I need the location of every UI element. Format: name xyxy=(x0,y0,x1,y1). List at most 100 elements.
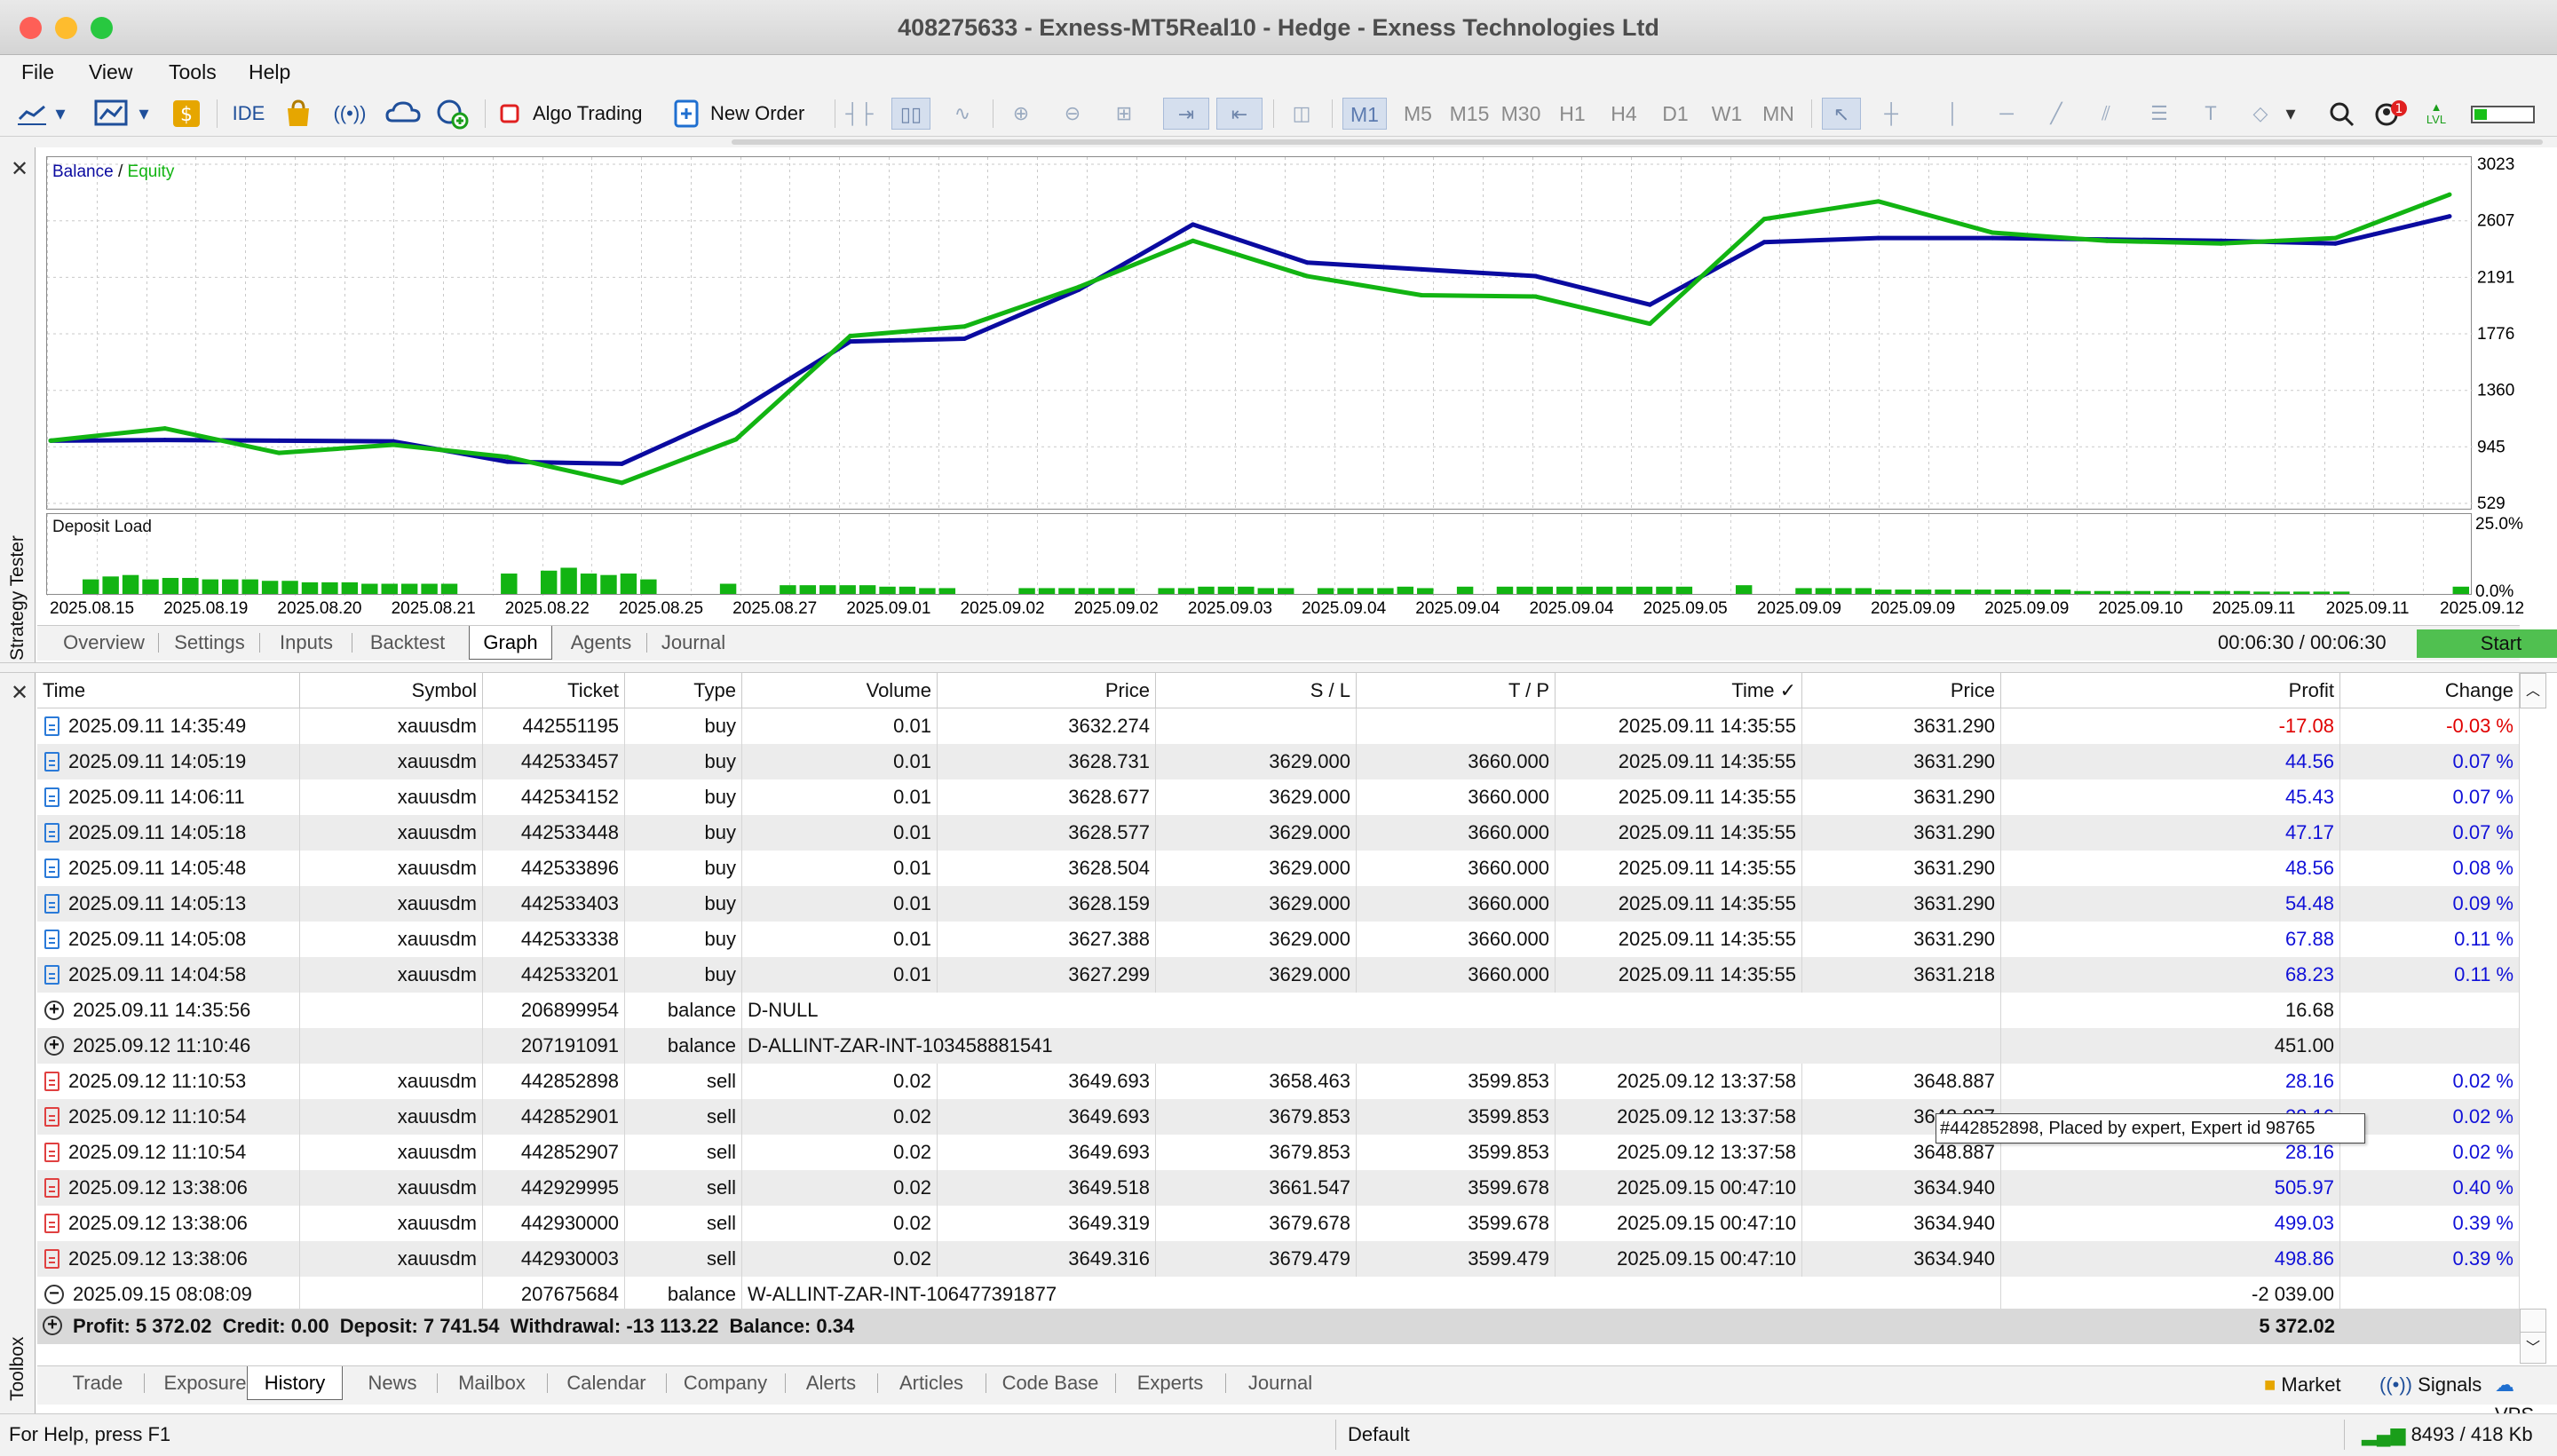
timeframe-m15[interactable]: M15 xyxy=(1447,98,1492,130)
tab-overview[interactable]: Overview xyxy=(55,626,153,660)
bar-chart-icon[interactable]: ┤├ xyxy=(843,98,875,130)
menu-help[interactable]: Help xyxy=(249,60,290,84)
horizontal-line-icon[interactable]: ─ xyxy=(1989,98,2024,130)
table-row[interactable]: 2025.09.11 14:04:58 xauusdm 442533201 buy 0.… xyxy=(37,957,2520,993)
tab-company[interactable]: Company xyxy=(671,1366,780,1400)
tab-agents[interactable]: Agents xyxy=(561,626,641,660)
chevron-down-icon[interactable]: ▾ xyxy=(51,98,69,130)
line-chart-icon[interactable] xyxy=(14,98,50,130)
table-row[interactable]: 2025.09.11 14:06:11 xauusdm 442534152 buy 0.… xyxy=(37,779,2520,815)
tab-articles[interactable]: Articles xyxy=(883,1366,980,1400)
tab-history[interactable]: History xyxy=(247,1366,343,1400)
chevron-down-icon[interactable]: ▾ xyxy=(2282,98,2300,130)
table-row[interactable]: 2025.09.11 14:05:08 xauusdm 442533338 buy 0.… xyxy=(37,922,2520,957)
table-row[interactable]: 2025.09.12 13:38:06 xauusdm 442929995 sell 0… xyxy=(37,1170,2520,1206)
signals-button[interactable]: ((•)) Signals xyxy=(2379,1370,2482,1400)
column-time[interactable]: Time xyxy=(37,673,300,708)
candlestick-icon[interactable]: ▯▯ xyxy=(891,98,930,130)
column-profit[interactable]: Profit xyxy=(2001,673,2340,708)
new-order-button[interactable]: New Order xyxy=(710,98,826,130)
column-close-price[interactable]: Price xyxy=(1802,673,2001,708)
table-row[interactable]: 2025.09.12 11:10:53 xauusdm 442852898 sell 0… xyxy=(37,1064,2520,1099)
zoom-in-icon[interactable]: ⊕ xyxy=(1003,98,1039,130)
table-row[interactable]: 2025.09.11 14:35:49 xauusdm 442551195 buy 0.… xyxy=(37,708,2520,744)
tab-news[interactable]: News xyxy=(352,1366,433,1400)
table-row[interactable]: 2025.09.12 13:38:06 xauusdm 442930003 sell 0… xyxy=(37,1241,2520,1277)
column-sl[interactable]: S / L xyxy=(1156,673,1357,708)
table-row[interactable]: 2025.09.11 14:05:13 xauusdm 442533403 buy 0.… xyxy=(37,886,2520,922)
tab-alerts[interactable]: Alerts xyxy=(790,1366,872,1400)
column-symbol[interactable]: Symbol xyxy=(300,673,483,708)
tab-code-base[interactable]: Code Base xyxy=(991,1366,1110,1400)
algo-trading-button[interactable]: Algo Trading xyxy=(533,98,657,130)
cloud-icon[interactable] xyxy=(384,98,423,130)
timeframe-m5[interactable]: M5 xyxy=(1396,98,1440,130)
timeframe-d1[interactable]: D1 xyxy=(1653,98,1698,130)
cursor-icon[interactable]: ↖ xyxy=(1822,98,1861,130)
tab-mailbox[interactable]: Mailbox xyxy=(442,1366,542,1400)
vps-button[interactable]: ☁ VPS xyxy=(2495,1370,2557,1426)
tab-inputs[interactable]: Inputs xyxy=(266,626,346,660)
timeframe-mn[interactable]: MN xyxy=(1756,98,1801,130)
new-order-icon[interactable] xyxy=(671,98,701,130)
screenshot-icon[interactable]: ◫ xyxy=(1282,98,1321,130)
signals-icon[interactable]: ((•)) xyxy=(330,98,369,130)
crosshair-icon[interactable]: ┼ xyxy=(1873,98,1909,130)
table-row[interactable]: −2025.09.15 08:08:09 207675684 balance W-AL… xyxy=(37,1277,2520,1312)
trendline-icon[interactable]: ╱ xyxy=(2038,98,2074,130)
tab-trade[interactable]: Trade xyxy=(55,1366,140,1400)
timeframe-w1[interactable]: W1 xyxy=(1705,98,1749,130)
chevron-down-icon[interactable]: ▾ xyxy=(135,98,153,130)
timeframe-m1[interactable]: M1 xyxy=(1342,98,1387,130)
dollar-icon[interactable]: $ xyxy=(170,98,202,130)
globe-add-icon[interactable] xyxy=(433,98,472,130)
market-bag-icon[interactable] xyxy=(281,98,316,130)
column-close-time[interactable]: Time ✓ xyxy=(1556,673,1802,708)
table-row[interactable]: 2025.09.11 14:05:19 xauusdm 442533457 buy 0.… xyxy=(37,744,2520,779)
column-ticket[interactable]: Ticket xyxy=(483,673,625,708)
auto-scroll-icon[interactable]: ⇥ xyxy=(1163,98,1209,130)
close-icon[interactable]: ✕ xyxy=(11,156,28,182)
timeframe-m30[interactable]: M30 xyxy=(1499,98,1543,130)
tab-backtest[interactable]: Backtest xyxy=(359,626,456,660)
menu-view[interactable]: View xyxy=(89,60,132,84)
shapes-icon[interactable]: ◇ xyxy=(2241,98,2280,130)
line-mode-icon[interactable]: ∿ xyxy=(943,98,982,130)
tab-settings[interactable]: Settings xyxy=(165,626,254,660)
text-tool-icon[interactable]: T xyxy=(2193,98,2228,130)
table-row[interactable]: 2025.09.12 13:38:06 xauusdm 442930000 sell 0… xyxy=(37,1206,2520,1241)
start-button[interactable]: Start xyxy=(2417,629,2557,658)
timeframe-h1[interactable]: H1 xyxy=(1550,98,1595,130)
tab-exposure[interactable]: Exposure xyxy=(149,1366,261,1400)
column-change[interactable]: Change xyxy=(2340,673,2520,708)
timeframe-h4[interactable]: H4 xyxy=(1602,98,1646,130)
menu-tools[interactable]: Tools xyxy=(169,60,217,84)
channel-icon[interactable]: ⫽ xyxy=(2088,98,2124,130)
column-tp[interactable]: T / P xyxy=(1357,673,1556,708)
ide-button[interactable]: IDE xyxy=(227,98,270,130)
panel-splitter[interactable] xyxy=(0,662,2557,673)
grid-icon[interactable]: ⊞ xyxy=(1106,98,1142,130)
tab-graph[interactable]: Graph xyxy=(469,626,552,660)
tab-experts[interactable]: Experts xyxy=(1120,1366,1220,1400)
market-button[interactable]: ■ Market xyxy=(2264,1370,2341,1400)
scroll-up-icon[interactable]: ︿ xyxy=(2520,673,2546,708)
table-row[interactable]: +2025.09.12 11:10:46 207191091 balance D-AL… xyxy=(37,1028,2520,1064)
close-icon[interactable]: ✕ xyxy=(11,680,28,706)
zoom-out-icon[interactable]: ⊖ xyxy=(1055,98,1090,130)
menu-file[interactable]: File xyxy=(21,60,54,84)
tab-journal-toolbox[interactable]: Journal xyxy=(1231,1366,1330,1400)
chart-shift-icon[interactable]: ⇤ xyxy=(1216,98,1263,130)
account-icon[interactable]: 1 xyxy=(2371,98,2410,130)
scroll-down-icon[interactable]: ﹀ xyxy=(2520,1332,2546,1364)
chart-window-icon[interactable] xyxy=(92,98,131,130)
vertical-line-icon[interactable]: │ xyxy=(1936,98,1971,130)
column-volume[interactable]: Volume xyxy=(742,673,938,708)
expand-icon[interactable]: + xyxy=(43,1316,62,1335)
table-row[interactable]: +2025.09.11 14:35:56 206899954 balance D-NU… xyxy=(37,993,2520,1028)
column-price[interactable]: Price xyxy=(938,673,1156,708)
column-type[interactable]: Type xyxy=(625,673,742,708)
tab-calendar[interactable]: Calendar xyxy=(552,1366,661,1400)
fibonacci-icon[interactable]: ☰ xyxy=(2141,98,2177,130)
algo-trading-icon[interactable] xyxy=(497,98,524,130)
